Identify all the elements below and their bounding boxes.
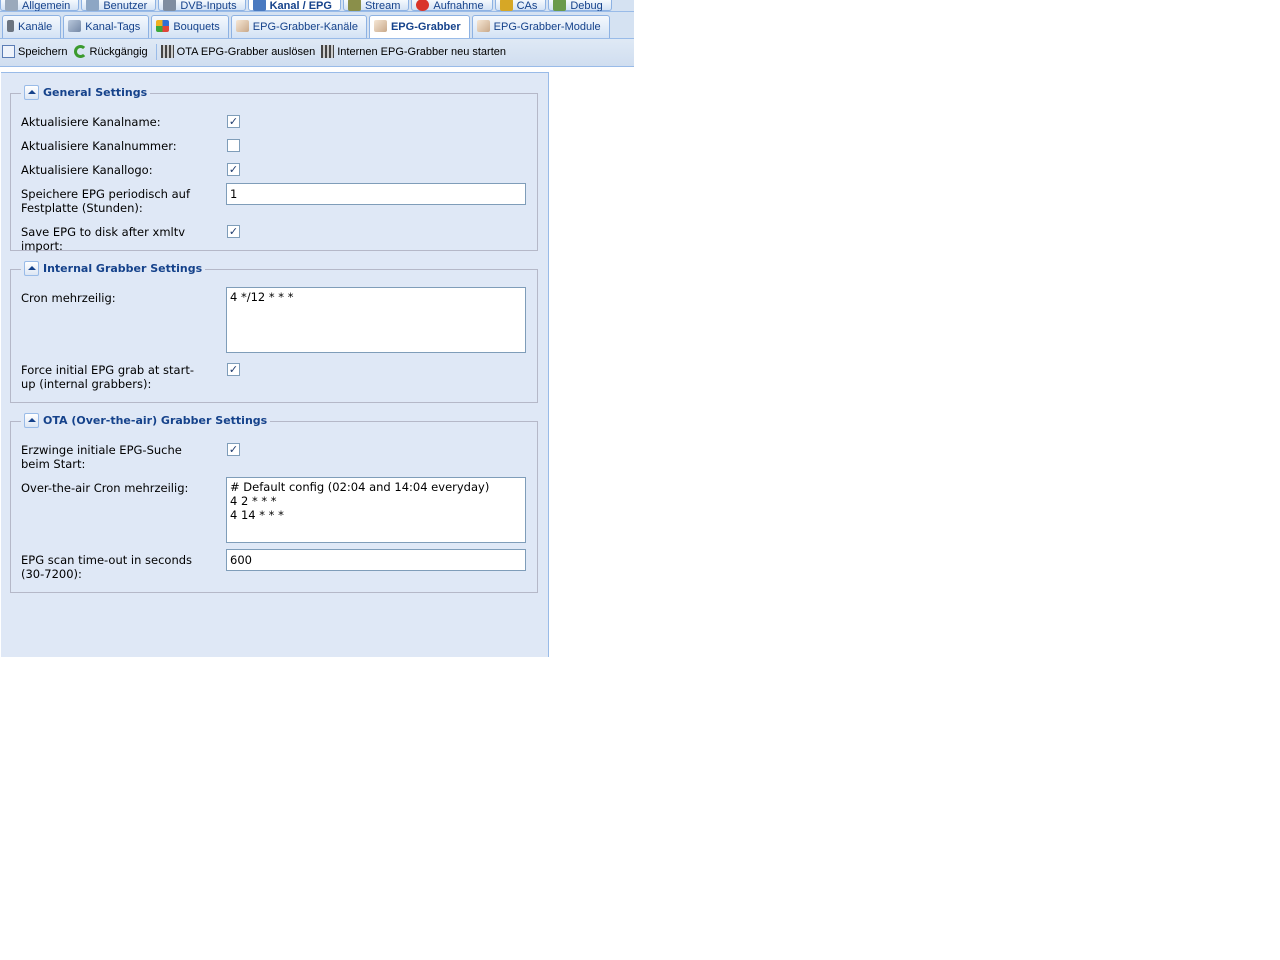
grabber-icon: [321, 44, 335, 58]
grabber-icon: [160, 44, 174, 58]
save-epg-xmltv-checkbox[interactable]: ✓: [227, 225, 240, 238]
grid-icon: [156, 20, 170, 33]
force-initial-grab-checkbox[interactable]: ✓: [227, 363, 240, 376]
tab-kanal-epg[interactable]: Kanal / EPG: [247, 0, 341, 11]
ota-cron-label: Over-the-air Cron mehrzeilig:: [21, 481, 189, 495]
ota-force-initial-label: Erzwinge initiale EPG-Suche beim Start:: [21, 443, 182, 471]
update-channel-number-checkbox[interactable]: [227, 139, 240, 152]
record-icon: [416, 0, 430, 11]
tab-epg-grabber-kanaele[interactable]: EPG-Grabber-Kanäle: [230, 15, 367, 38]
wrench-icon: [5, 0, 18, 11]
undo-icon: [73, 44, 87, 58]
tv-icon: [252, 0, 266, 11]
ota-grabber-settings-legend: OTA (Over-the-air) Grabber Settings: [21, 413, 271, 428]
epg-scan-timeout-input[interactable]: 600: [226, 549, 526, 571]
tab-benutzer[interactable]: Benutzer: [81, 0, 157, 11]
tab-stream[interactable]: Stream: [342, 0, 410, 11]
tag-icon: [68, 20, 82, 33]
tab-cas[interactable]: CAs: [494, 0, 547, 11]
update-channel-logo-label: Aktualisiere Kanallogo:: [21, 163, 153, 177]
save-icon: [2, 44, 15, 58]
internal-grabber-settings-legend: Internal Grabber Settings: [21, 261, 206, 276]
users-icon: [86, 0, 100, 11]
dvb-input-icon: [163, 0, 177, 11]
internal-grabber-settings-fieldset: Internal Grabber Settings Cron mehrzeili…: [10, 261, 538, 403]
general-settings-legend: General Settings: [21, 85, 151, 100]
save-button[interactable]: Speichern: [2, 39, 72, 67]
remote-icon: [7, 20, 14, 33]
undo-button[interactable]: Rückgängig: [73, 39, 152, 67]
update-channel-number-label: Aktualisiere Kanalnummer:: [21, 139, 177, 153]
epg-scan-timeout-label: EPG scan time-out in seconds (30-7200):: [21, 553, 193, 581]
grabber-icon: [373, 20, 387, 33]
collapse-icon[interactable]: [24, 261, 39, 276]
tab-epg-grabber[interactable]: EPG-Grabber: [368, 15, 470, 38]
toolbar: Speichern Rückgängig OTA EPG-Grabber auslö…: [0, 39, 634, 67]
stream-icon: [347, 0, 361, 11]
update-channel-name-label: Aktualisiere Kanalname:: [21, 115, 161, 129]
ota-force-initial-checkbox[interactable]: ✓: [227, 443, 240, 456]
save-epg-xmltv-label: Save EPG to disk after xmltv import:: [21, 225, 186, 253]
tab-debug[interactable]: Debug: [548, 0, 612, 11]
ota-grabber-settings-fieldset: OTA (Over-the-air) Grabber Settings Erzw…: [10, 413, 538, 593]
internal-cron-label: Cron mehrzeilig:: [21, 291, 116, 305]
tab-bouquets[interactable]: Bouquets: [151, 15, 229, 38]
general-settings-fieldset: General Settings Aktualisiere Kanalname:…: [10, 85, 538, 253]
tab-allgemein[interactable]: Allgemein: [0, 0, 80, 11]
update-channel-logo-checkbox[interactable]: ✓: [227, 163, 240, 176]
restart-internal-grabber-button[interactable]: Internen EPG-Grabber neu starten: [321, 39, 510, 67]
trigger-ota-grabber-button[interactable]: OTA EPG-Grabber auslösen: [160, 39, 320, 67]
main-tab-bar: Allgemein Benutzer DVB-Inputs Kanal / EPG St…: [0, 0, 634, 12]
save-epg-periodic-input[interactable]: 1: [226, 183, 526, 205]
ota-cron-textarea[interactable]: # Default config (02:04 and 14:04 everyd…: [226, 477, 526, 543]
internal-cron-textarea[interactable]: 4 */12 * * *: [226, 287, 526, 353]
force-initial-grab-label: Force initial EPG grab at start-up (inte…: [21, 363, 194, 391]
collapse-icon[interactable]: [24, 85, 39, 100]
tab-kanal-tags[interactable]: Kanal-Tags: [63, 15, 150, 38]
grabber-icon: [476, 20, 490, 33]
tab-kanaele[interactable]: Kanäle: [2, 15, 62, 38]
epg-grabber-form: General Settings Aktualisiere Kanalname:…: [1, 72, 549, 657]
sub-tab-bar: Kanäle Kanal-Tags Bouquets EPG-Grabber-Kanä…: [0, 12, 634, 39]
collapse-icon[interactable]: [24, 413, 39, 428]
tab-dvb-inputs[interactable]: DVB-Inputs: [158, 0, 246, 11]
update-channel-name-checkbox[interactable]: ✓: [227, 115, 240, 128]
bug-icon: [553, 0, 567, 11]
key-icon: [499, 0, 513, 11]
save-epg-periodic-label: Speichere EPG periodisch auf Festplatte …: [21, 187, 191, 215]
toolbar-separator: [155, 44, 157, 60]
tab-epg-grabber-module[interactable]: EPG-Grabber-Module: [471, 15, 610, 38]
grabber-icon: [235, 20, 249, 33]
tab-aufnahme[interactable]: Aufnahme: [411, 0, 493, 11]
